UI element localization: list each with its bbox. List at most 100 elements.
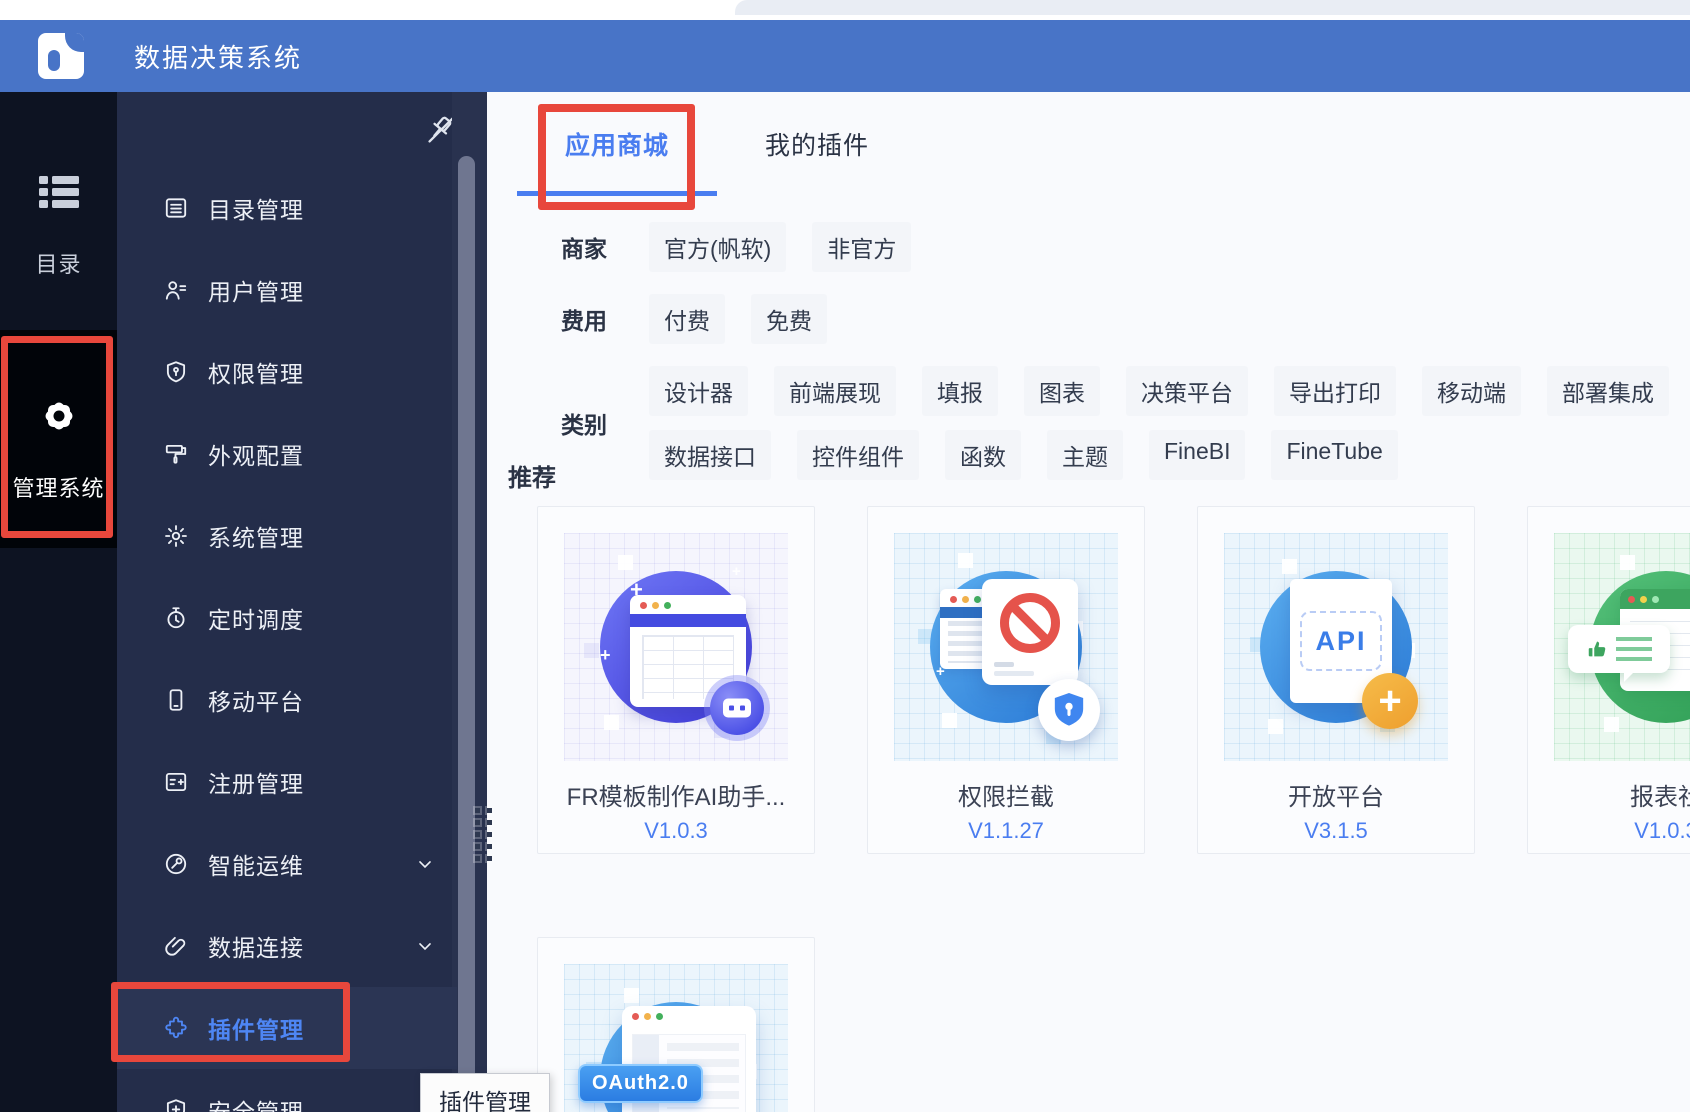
- menu-item-permissions[interactable]: 权限管理: [117, 331, 457, 413]
- plugin-title: 权限拦截: [958, 784, 1054, 811]
- menu-item-intelligent-ops[interactable]: 智能运维: [117, 823, 457, 905]
- filter-row-fee: 费用 付费 免费: [487, 294, 1690, 344]
- filter-pill-widget[interactable]: 控件组件: [797, 430, 919, 480]
- app-header: 数据决策系统: [0, 20, 1690, 92]
- cog-icon: [165, 525, 187, 547]
- sidebar-scrollbar[interactable]: [458, 156, 475, 1112]
- screen: 数据决策系统 目录 管理系统 目录管理 用户管理 权限管理 外观配置 系统管理 …: [0, 0, 1690, 1112]
- menu-item-label: 系统管理: [208, 525, 304, 551]
- app-title: 数据决策系统: [134, 42, 303, 73]
- filter-pill-finetube[interactable]: FineTube: [1271, 430, 1398, 480]
- rail-item-catalog[interactable]: 目录: [0, 172, 117, 279]
- plugin-version: V1.1.27: [968, 818, 1044, 843]
- tab-app-store[interactable]: 应用商城: [517, 92, 717, 196]
- filter-pill-mobile[interactable]: 移动端: [1422, 366, 1521, 416]
- directory-list-icon: [38, 176, 79, 208]
- menu-item-schedule[interactable]: 定时调度: [117, 577, 457, 659]
- plugin-thumbnail: API +: [1224, 533, 1448, 761]
- menu-item-label: 注册管理: [208, 771, 304, 797]
- filter-pill-dataentry[interactable]: 填报: [922, 366, 998, 416]
- shield-key-icon: [166, 361, 186, 383]
- menu-item-label: 定时调度: [208, 607, 304, 633]
- filter-pill-official[interactable]: 官方(帆软): [649, 222, 787, 272]
- menu-item-label: 用户管理: [208, 279, 304, 305]
- menu-item-label: 移动平台: [208, 689, 304, 715]
- filter-pill-deploy[interactable]: 部署集成: [1547, 366, 1669, 416]
- filter-panel: 商家 官方(帆软) 非官方 费用 付费 免费 类别 设计器 前端展现 填报 图表…: [487, 222, 1690, 502]
- puzzle-icon: [165, 1016, 187, 1039]
- tab-bar: 应用商城 我的插件: [487, 92, 1690, 210]
- filter-pill-free[interactable]: 免费: [751, 294, 827, 344]
- filter-pill-decision[interactable]: 决策平台: [1126, 366, 1248, 416]
- filter-label: 商家: [561, 236, 607, 262]
- card-row-1: + + + FR模板制作AI助手... V1.0.3 + + 权限拦截 V1.1…: [537, 506, 1690, 854]
- plugin-card-oauth[interactable]: + OAuth2.0: [537, 937, 815, 1112]
- icon-rail: 目录 管理系统: [0, 92, 117, 1112]
- rail-item-admin-label: 管理系统: [12, 476, 105, 501]
- plugin-card-permission-block[interactable]: + + 权限拦截 V1.1.27: [867, 506, 1145, 854]
- thumbs-up-bubble-icon: [1568, 625, 1670, 682]
- menu-item-label: 权限管理: [208, 361, 304, 387]
- register-doc-icon: [165, 772, 187, 792]
- menu-item-plugins[interactable]: 插件管理: [117, 987, 457, 1069]
- filter-pill-designer[interactable]: 设计器: [649, 366, 748, 416]
- filter-pill-dataapi[interactable]: 数据接口: [649, 430, 771, 480]
- menu-item-users[interactable]: 用户管理: [117, 249, 457, 331]
- menu-item-label: 插件管理: [208, 1017, 304, 1043]
- shield-plus-icon: [166, 1099, 186, 1112]
- menu-item-register[interactable]: 注册管理: [117, 741, 457, 823]
- plugin-version: V3.1.5: [1304, 818, 1368, 843]
- menu-item-mobile[interactable]: 移动平台: [117, 659, 457, 741]
- user-icon: [165, 281, 187, 300]
- plugin-title: 报表社: [1630, 784, 1690, 811]
- plugin-card-report-community[interactable]: 报表社 V1.0.3: [1527, 506, 1690, 854]
- paperclip-icon: [165, 936, 186, 956]
- filter-pill-export[interactable]: 导出打印: [1274, 366, 1396, 416]
- rail-item-catalog-label: 目录: [35, 252, 82, 277]
- main-content: 应用商城 我的插件 商家 官方(帆软) 非官方 费用 付费 免费 类别 设计器 …: [487, 92, 1690, 1112]
- plugin-version: V1.0.3: [644, 818, 708, 843]
- filter-pill-chart[interactable]: 图表: [1024, 366, 1100, 416]
- browser-strip: [0, 0, 1690, 21]
- filter-label: 类别: [561, 412, 607, 438]
- menu-item-security[interactable]: 安全管理: [117, 1069, 457, 1112]
- filter-pill-finebi[interactable]: FineBI: [1149, 430, 1246, 480]
- menu-item-label: 目录管理: [208, 197, 304, 223]
- filter-pill-paid[interactable]: 付费: [649, 294, 725, 344]
- robot-chat-badge-icon: [710, 681, 764, 735]
- menu-item-appearance[interactable]: 外观配置: [117, 413, 457, 495]
- plugin-card-open-platform[interactable]: API + 开放平台 V3.1.5: [1197, 506, 1475, 854]
- tab-my-plugins[interactable]: 我的插件: [717, 92, 917, 196]
- finereport-logo-icon[interactable]: [38, 33, 84, 79]
- plus-badge-icon: +: [1362, 673, 1418, 729]
- menu-item-label: 数据连接: [208, 935, 304, 961]
- filter-label: 费用: [561, 308, 607, 334]
- plugin-thumbnail: + OAuth2.0: [564, 964, 788, 1112]
- admin-sidebar: 目录管理 用户管理 权限管理 外观配置 系统管理 定时调度 移动平台 注册管理 …: [111, 92, 494, 1112]
- window-dots-icon: [630, 595, 746, 609]
- filter-pill-function[interactable]: 函数: [945, 430, 1021, 480]
- filter-pill-unofficial[interactable]: 非官方: [812, 222, 912, 272]
- plugin-thumbnail: + +: [894, 533, 1118, 761]
- plugin-thumbnail: [1554, 533, 1690, 761]
- recommend-heading: 推荐: [508, 465, 556, 492]
- filter-pill-theme[interactable]: 主题: [1047, 430, 1123, 480]
- menu-item-directory[interactable]: 目录管理: [117, 167, 457, 249]
- directory-doc-icon: [165, 198, 187, 218]
- plugin-thumbnail: + + +: [564, 533, 788, 761]
- chevron-down-icon: [419, 861, 431, 869]
- plugin-card-ai-assistant[interactable]: + + + FR模板制作AI助手... V1.0.3: [537, 506, 815, 854]
- plugin-management-tooltip: 插件管理: [420, 1073, 550, 1112]
- plugin-title: FR模板制作AI助手...: [566, 784, 786, 811]
- filter-row-merchant: 商家 官方(帆软) 非官方: [487, 222, 1690, 272]
- sidebar-resize-handle[interactable]: [473, 806, 494, 863]
- oauth-label-badge: OAuth2.0: [578, 1064, 703, 1103]
- menu-item-label: 外观配置: [208, 443, 304, 469]
- menu-item-system[interactable]: 系统管理: [117, 495, 457, 577]
- chevron-down-icon: [419, 943, 431, 951]
- menu-item-data-connection[interactable]: 数据连接: [117, 905, 457, 987]
- filter-pill-frontend[interactable]: 前端展现: [774, 366, 896, 416]
- shield-badge-icon: [1038, 679, 1100, 741]
- rail-item-admin[interactable]: 管理系统: [0, 330, 117, 548]
- ops-wrench-icon: [165, 853, 187, 875]
